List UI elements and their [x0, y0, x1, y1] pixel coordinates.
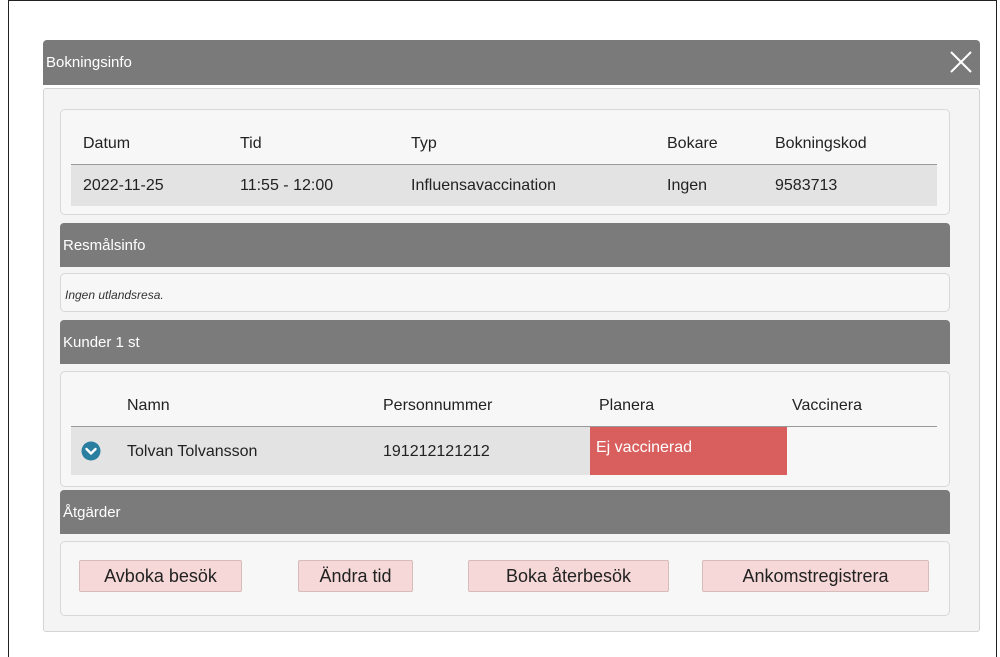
cancel-visit-button[interactable]: Avboka besök	[79, 560, 242, 592]
actions-panel: Avboka besök Ändra tid Boka återbesök An…	[60, 541, 950, 616]
arrival-registration-button[interactable]: Ankomstregistrera	[702, 560, 929, 592]
booking-time: 11:55 - 12:00	[240, 177, 334, 194]
col-header-tid: Tid	[240, 135, 262, 152]
booking-type: Influensavaccination	[411, 177, 556, 194]
chevron-down-circle-icon[interactable]	[81, 441, 101, 461]
page: Bokningsinfo Datum Tid Typ Bokare Boknin…	[0, 0, 1000, 657]
col-header-bokningskod: Bokningskod	[775, 135, 867, 152]
booking-date: 2022-11-25	[83, 177, 164, 194]
destination-panel: Ingen utlandsresa.	[60, 273, 950, 312]
col-header-planera: Planera	[599, 397, 655, 414]
booking-code: 9583713	[775, 177, 838, 194]
customer-name[interactable]: Tolvan Tolvansson	[127, 443, 257, 461]
dialog-titlebar: Bokningsinfo	[43, 40, 980, 85]
booking-booker: Ingen	[667, 177, 708, 194]
dialog-title: Bokningsinfo	[46, 54, 132, 71]
col-header-datum: Datum	[83, 135, 131, 152]
status-badge[interactable]: Ej vaccinerad	[590, 427, 787, 475]
customers-section-header: Kunder 1 st	[60, 320, 950, 364]
col-header-personnummer: Personnummer	[383, 397, 493, 414]
table-row: Tolvan Tolvansson 191212121212	[71, 427, 590, 475]
close-button[interactable]	[946, 44, 976, 80]
col-header-typ: Typ	[411, 135, 437, 152]
destination-section-title: Resmålsinfo	[63, 237, 146, 254]
change-time-button[interactable]: Ändra tid	[298, 560, 413, 592]
customer-personnummer: 191212121212	[383, 443, 490, 460]
col-header-namn: Namn	[127, 397, 170, 414]
book-revisit-button[interactable]: Boka återbesök	[468, 560, 669, 592]
booking-info-dialog: Bokningsinfo Datum Tid Typ Bokare Boknin…	[43, 40, 980, 632]
col-header-vaccinera: Vaccinera	[792, 397, 862, 414]
dialog-body: Datum Tid Typ Bokare Bokningskod 2022-11…	[43, 88, 980, 632]
customers-section-title: Kunder 1 st	[63, 334, 140, 351]
customers-panel: Namn Personnummer Planera Vaccinera Tolv…	[60, 371, 950, 487]
status-label: Ej vaccinerad	[596, 439, 693, 456]
col-header-bokare: Bokare	[667, 135, 718, 152]
close-icon[interactable]	[946, 44, 976, 80]
destination-section-header: Resmålsinfo	[60, 223, 950, 267]
actions-section-header: Åtgärder	[60, 490, 950, 534]
booking-details-panel: Datum Tid Typ Bokare Bokningskod 2022-11…	[60, 109, 950, 215]
actions-section-title: Åtgärder	[63, 504, 121, 521]
destination-note: Ingen utlandsresa.	[65, 288, 164, 302]
table-row: 2022-11-25 11:55 - 12:00 Influensavaccin…	[71, 165, 937, 206]
